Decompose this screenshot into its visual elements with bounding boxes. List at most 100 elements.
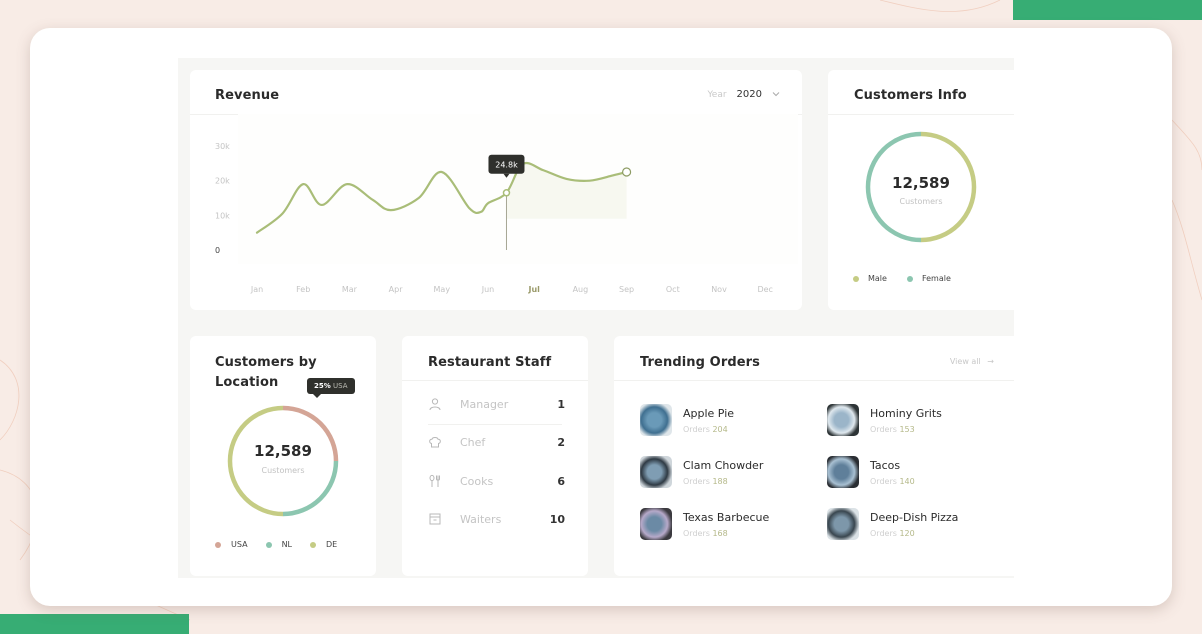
order-item[interactable]: Apple Pie Orders 204: [640, 403, 734, 437]
x-tick-label: Jan: [250, 285, 263, 294]
order-name: Clam Chowder: [683, 458, 764, 472]
x-tick-label: Apr: [389, 285, 404, 294]
order-name: Tacos: [870, 458, 901, 472]
legend-dot: [310, 541, 317, 548]
restaurant-staff-title: Restaurant Staff: [428, 355, 552, 370]
legend-item-usa: USA: [215, 540, 248, 549]
end-point: [622, 167, 632, 177]
order-name: Hominy Grits: [870, 406, 942, 420]
view-all-label: View all: [949, 357, 981, 366]
x-tick-label: Jul: [527, 285, 540, 294]
fork-spoon-icon: [428, 474, 442, 488]
donut-segment-de[interactable]: [227, 405, 284, 517]
location-legend: USA NL DE: [215, 540, 337, 549]
orders-label: Orders: [870, 528, 897, 538]
y-tick-label: 20k: [215, 177, 230, 186]
year-dropdown[interactable]: Year 2020: [707, 89, 780, 100]
legend-dot: [215, 541, 221, 548]
order-count: 204: [712, 424, 728, 434]
active-point: [502, 189, 511, 197]
order-count: 120: [899, 528, 915, 538]
location-donut-chart[interactable]: [190, 402, 376, 522]
order-count: 153: [899, 424, 915, 434]
x-tick-label: May: [434, 285, 451, 294]
order-item[interactable]: Hominy Grits Orders 153: [827, 403, 942, 437]
order-text: Tacos Orders 140: [870, 459, 915, 486]
staff-row-chef[interactable]: Chef 2: [428, 432, 565, 452]
order-item[interactable]: Clam Chowder Orders 188: [640, 455, 763, 489]
tooltip-percent: 25%: [314, 382, 331, 390]
legend-label: Male: [868, 274, 887, 283]
staff-role: Manager: [460, 397, 509, 411]
orders-label: Orders: [870, 476, 897, 486]
staff-role: Chef: [460, 435, 486, 449]
staff-row-cooks[interactable]: Cooks 6: [428, 471, 565, 491]
orders-label: Orders: [683, 476, 710, 486]
order-count-line: Orders 204: [683, 425, 734, 434]
staff-role: Cooks: [460, 474, 494, 488]
order-item[interactable]: Texas Barbecue Orders 168: [640, 507, 769, 541]
year-value: 2020: [736, 89, 762, 100]
order-count-line: Orders 120: [870, 529, 958, 538]
order-count: 188: [712, 476, 728, 486]
orders-label: Orders: [683, 424, 710, 434]
divider: [402, 380, 588, 381]
food-thumbnail: [827, 456, 859, 488]
customers-total-label: Customers: [899, 197, 943, 206]
tooltip-value: 24.8k: [495, 160, 518, 169]
restaurant-staff-card: Restaurant Staff Manager 1 Chef 2 Cooks …: [402, 336, 588, 576]
legend-dot: [265, 541, 272, 548]
order-count: 140: [899, 476, 915, 486]
x-tick-label: Nov: [711, 285, 727, 294]
order-item[interactable]: Deep-Dish Pizza Orders 120: [827, 507, 958, 541]
chevron-down-icon: [772, 90, 780, 100]
x-tick-label: Dec: [757, 285, 772, 294]
order-count: 168: [712, 528, 728, 538]
legend-item-female: Female: [906, 274, 951, 283]
x-tick-label: Mar: [342, 285, 358, 294]
legend-label: Female: [921, 274, 951, 283]
decorative-green-bar: [0, 614, 189, 634]
staff-count: 2: [557, 435, 565, 449]
staff-count: 6: [557, 474, 565, 488]
orders-label: Orders: [870, 424, 897, 434]
x-tick-label: Feb: [296, 285, 310, 294]
legend-dot: [906, 275, 913, 282]
order-count-line: Orders 153: [870, 425, 942, 434]
order-text: Deep-Dish Pizza Orders 120: [870, 511, 958, 538]
staff-count: 1: [557, 397, 565, 411]
tooltip-country: USA: [333, 382, 348, 390]
location-customers-total: 12,589: [254, 442, 312, 460]
decorative-green-bar: [1013, 0, 1202, 20]
order-item[interactable]: Tacos Orders 140: [827, 455, 915, 489]
staff-row-waiters[interactable]: Waiters 10: [428, 509, 565, 529]
y-tick-label: 30k: [215, 142, 230, 151]
order-name: Texas Barbecue: [683, 510, 770, 524]
order-name: Apple Pie: [683, 406, 735, 420]
staff-row-manager[interactable]: Manager 1: [428, 394, 565, 414]
view-all-link[interactable]: View all →: [950, 357, 994, 366]
order-count-line: Orders 168: [683, 529, 769, 538]
divider: [614, 380, 1014, 381]
customers-info-card: Customers Info 12,589 Customers Male Fem…: [828, 70, 1014, 310]
food-thumbnail: [827, 404, 859, 436]
food-thumbnail: [827, 508, 859, 540]
order-name: Deep-Dish Pizza: [870, 510, 959, 524]
legend-label: NL: [281, 540, 293, 549]
legend-label: DE: [326, 540, 338, 549]
location-customers-label: Customers: [261, 466, 305, 475]
year-label: Year: [707, 89, 727, 100]
revenue-line-chart[interactable]: 0 10k 20k 30k Jan Feb Mar Apr May Jun Jul Aug Sep Oct…: [190, 110, 802, 310]
x-tick-label: Sep: [619, 285, 634, 294]
customers-info-title: Customers Info: [854, 88, 967, 103]
order-count-line: Orders 140: [870, 477, 915, 486]
food-thumbnail: [640, 404, 672, 436]
divider: [428, 424, 562, 425]
revenue-title: Revenue: [215, 88, 280, 103]
person-icon: [428, 397, 442, 411]
revenue-card: Revenue Year 2020 0 10k 20k 30k Jan Feb Mar Apr…: [190, 70, 802, 310]
trending-orders-card: Trending Orders View all → Apple Pie Orde…: [614, 336, 1014, 576]
x-tick-label: Oct: [666, 285, 680, 294]
food-thumbnail: [640, 508, 672, 540]
legend-item-nl: NL: [265, 540, 293, 549]
